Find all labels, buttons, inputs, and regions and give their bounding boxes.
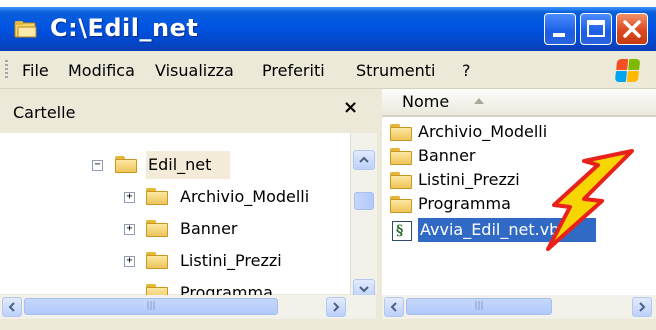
scroll-up-button[interactable] <box>353 150 375 170</box>
folder-tree-vertical-scrollbar[interactable] <box>350 133 377 299</box>
sort-ascending-icon <box>474 98 484 104</box>
menu-file[interactable]: File <box>22 61 49 80</box>
explorer-window: C:\Edil_net File Modifica Visualizza Pre… <box>0 7 656 330</box>
expand-toggle-icon[interactable]: + <box>124 224 135 235</box>
toolbar-grip[interactable] <box>5 60 8 80</box>
folders-pane-title: Cartelle <box>13 103 76 122</box>
chevron-right-icon <box>639 302 646 312</box>
tree-node-label: Edil_net <box>148 155 212 174</box>
folder-icon <box>115 156 137 173</box>
folder-icon <box>390 172 412 189</box>
folder-icon <box>146 252 168 269</box>
column-header-nome[interactable]: Nome <box>382 89 656 117</box>
chevron-up-icon <box>359 156 369 163</box>
file-item-label: Banner <box>418 146 476 165</box>
scroll-thumb[interactable]: ||| <box>406 298 552 315</box>
folder-icon <box>390 196 412 213</box>
tree-node-label: Banner <box>180 219 238 238</box>
scroll-thumb[interactable] <box>354 192 374 210</box>
chevron-right-icon <box>333 302 340 312</box>
scroll-left-button[interactable] <box>384 297 404 317</box>
windows-logo-icon <box>614 59 642 83</box>
folder-icon <box>390 148 412 165</box>
file-item-label: Programma <box>418 194 511 213</box>
tree-node-listini-prezzi[interactable]: + Listini_Prezzi <box>124 249 324 275</box>
menu-bar: File Modifica Visualizza Preferiti Strum… <box>0 51 656 89</box>
folder-icon <box>146 188 168 205</box>
folder-tree-horizontal-scrollbar[interactable]: ||| <box>0 295 376 319</box>
maximize-button[interactable] <box>580 13 612 45</box>
file-item-label: Listini_Prezzi <box>418 170 520 189</box>
window-title: C:\Edil_net <box>50 14 199 42</box>
tree-node-label: Listini_Prezzi <box>180 251 282 270</box>
lightning-arrow-icon <box>546 149 634 251</box>
menu-visualizza[interactable]: Visualizza <box>155 61 234 80</box>
folder-icon <box>390 124 412 141</box>
column-header-label: Nome <box>402 92 450 111</box>
folders-close-icon[interactable]: × <box>343 97 358 118</box>
folders-pane-header: Cartelle × <box>0 89 377 133</box>
tree-node-archivio-modelli[interactable]: + Archivio_Modelli <box>124 185 344 211</box>
expand-toggle-icon[interactable]: + <box>124 192 135 203</box>
tree-node-label: Archivio_Modelli <box>180 187 310 206</box>
top-strip <box>0 0 656 7</box>
menu-preferiti[interactable]: Preferiti <box>262 61 325 80</box>
collapse-toggle-icon[interactable]: − <box>92 160 103 171</box>
file-item-label: Archivio_Modelli <box>418 122 548 141</box>
chevron-left-icon <box>8 302 15 312</box>
scroll-thumb[interactable]: ||| <box>24 298 278 315</box>
minimize-button[interactable] <box>544 13 576 45</box>
file-list-horizontal-scrollbar[interactable]: ||| <box>382 295 656 319</box>
folder-tree: − Edil_net + Archivio_Modelli + Banner +… <box>0 133 350 302</box>
title-bar[interactable]: C:\Edil_net <box>0 7 656 51</box>
folder-icon <box>146 220 168 237</box>
file-item-archivio-modelli[interactable]: Archivio_Modelli <box>382 121 656 143</box>
tree-node-edil-net[interactable]: − Edil_net <box>92 153 252 179</box>
chevron-left-icon <box>390 302 397 312</box>
close-icon <box>623 20 641 38</box>
menu-strumenti[interactable]: Strumenti <box>356 61 435 80</box>
menu-modifica[interactable]: Modifica <box>68 61 135 80</box>
menu-help[interactable]: ? <box>462 61 471 80</box>
expand-toggle-icon[interactable]: + <box>124 256 135 267</box>
tree-node-banner[interactable]: + Banner <box>124 217 324 243</box>
vbs-script-icon: § <box>392 221 412 241</box>
close-button[interactable] <box>616 13 648 45</box>
minimize-icon <box>553 33 565 37</box>
folder-icon <box>14 21 37 38</box>
scroll-right-button[interactable] <box>632 297 652 317</box>
scroll-right-button[interactable] <box>326 297 346 317</box>
maximize-icon <box>587 20 605 37</box>
scroll-left-button[interactable] <box>2 297 22 317</box>
